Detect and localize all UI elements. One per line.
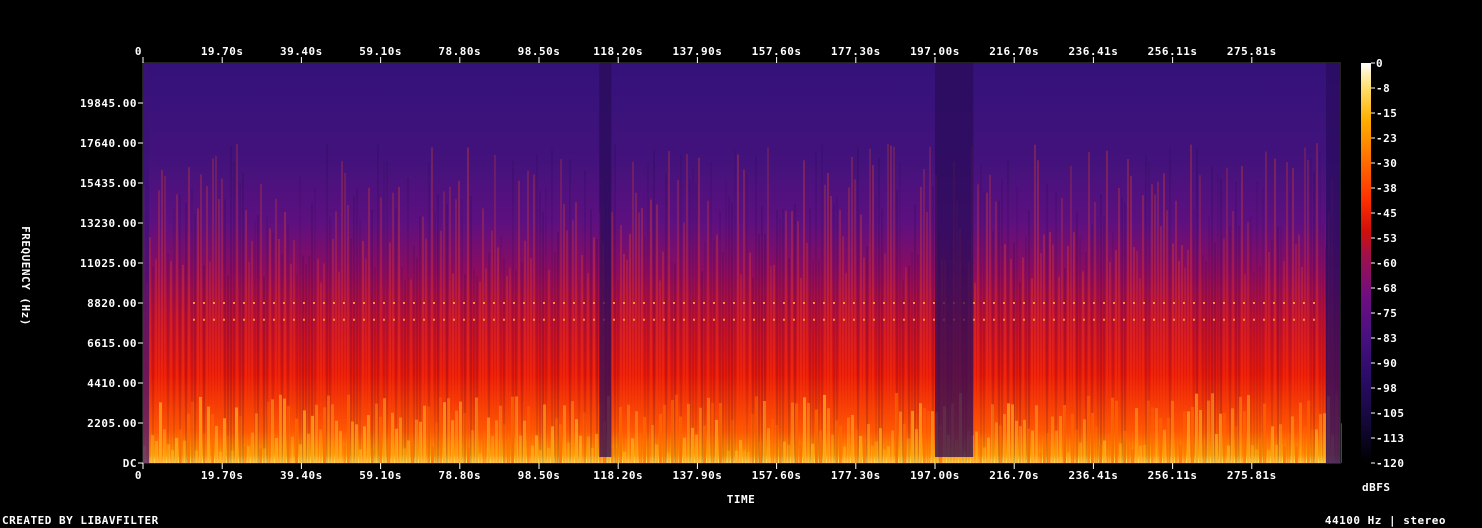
quiet-segment — [599, 63, 612, 457]
x-tick-label-top: 157.60s — [752, 45, 802, 58]
x-tick-label-top: 39.40s — [280, 45, 323, 58]
y-tick-label: 8820.00 — [87, 297, 137, 310]
x-tick-label-bottom: 197.00s — [910, 469, 960, 482]
x-tick-label-top: 216.70s — [989, 45, 1039, 58]
colorbar-tick-label: -120 — [1376, 457, 1405, 470]
x-tick-label-top: 59.10s — [359, 45, 402, 58]
y-tick-label: 2205.00 — [87, 417, 137, 430]
colorbar-tick-label: -68 — [1376, 282, 1397, 295]
colorbar-tick-label: -60 — [1376, 257, 1397, 270]
y-tick-label: 13230.00 — [80, 217, 137, 230]
x-tick-label-top: 256.11s — [1148, 45, 1198, 58]
colorbar-tick-label: -38 — [1376, 182, 1397, 195]
spectrogram-chart: 0 19.70s 39.40s 59.10s 78.80s 98.50s 118.20s 13… — [19, 45, 1405, 506]
x-tick-label-bottom: 59.10s — [359, 469, 402, 482]
colorbar-tick-label: -113 — [1376, 432, 1405, 445]
x-axis-bottom: 0 19.70s 39.40s 59.10s 78.80s 98.50s 118.20s 13… — [135, 463, 1277, 482]
x-tick-label-bottom: 236.41s — [1068, 469, 1118, 482]
y-tick-label: 17640.00 — [80, 137, 137, 150]
x-tick-label-top: 275.81s — [1227, 45, 1277, 58]
y-tick-label: DC — [123, 457, 137, 470]
colorbar-label: dBFS — [1362, 481, 1391, 494]
x-tick-label-top: 118.20s — [593, 45, 643, 58]
x-tick-label-top: 137.90s — [672, 45, 722, 58]
colorbar: 0 -8 -15 -23 -30 -38 -45 -53 -60 -68 -75 -83 -90 -98 -… — [1361, 57, 1405, 494]
y-tick-label: 11025.00 — [80, 257, 137, 270]
y-tick-label: 19845.00 — [80, 97, 137, 110]
x-tick-label-top: 19.70s — [201, 45, 244, 58]
x-tick-label-top: 197.00s — [910, 45, 960, 58]
y-tick-label: 4410.00 — [87, 377, 137, 390]
x-tick-label-bottom: 177.30s — [831, 469, 881, 482]
x-tick-label-top: 98.50s — [518, 45, 561, 58]
colorbar-tick-label: -83 — [1376, 332, 1397, 345]
colorbar-tick-label: -15 — [1376, 107, 1397, 120]
x-tick-label-top: 236.41s — [1068, 45, 1118, 58]
colorbar-tick-label: -23 — [1376, 132, 1397, 145]
x-tick-label-bottom: 0 — [135, 469, 142, 482]
colorbar-ticks: 0 -8 -15 -23 -30 -38 -45 -53 -60 -68 -75 -83 -90 -98 -… — [1371, 57, 1405, 470]
x-tick-label-bottom: 256.11s — [1148, 469, 1198, 482]
x-tick-label-bottom: 118.20s — [593, 469, 643, 482]
y-tick-label: 15435.00 — [80, 177, 137, 190]
x-tick-label-bottom: 275.81s — [1227, 469, 1277, 482]
x-tick-label-bottom: 216.70s — [989, 469, 1039, 482]
x-tick-label-top: 0 — [135, 45, 142, 58]
x-tick-label-bottom: 98.50s — [518, 469, 561, 482]
footer-credit: CREATED BY LIBAVFILTER — [2, 514, 159, 527]
y-tick-label: 6615.00 — [87, 337, 137, 350]
colorbar-tick-label: -90 — [1376, 357, 1397, 370]
x-axis-top: 0 19.70s 39.40s 59.10s 78.80s 98.50s 118.20s 13… — [135, 45, 1277, 63]
colorbar-tick-label: -45 — [1376, 207, 1397, 220]
x-tick-label-bottom: 157.60s — [752, 469, 802, 482]
colorbar-tick-label: -53 — [1376, 232, 1397, 245]
x-tick-label-bottom: 39.40s — [280, 469, 323, 482]
x-tick-label-bottom: 19.70s — [201, 469, 244, 482]
colorbar-tick-label: 0 — [1376, 57, 1383, 70]
colorbar-gradient — [1361, 63, 1371, 463]
x-tick-label-top: 78.80s — [438, 45, 481, 58]
colorbar-tick-label: -8 — [1376, 82, 1390, 95]
x-axis-title: TIME — [727, 493, 756, 506]
footer-format: 44100 Hz | stereo — [1324, 514, 1446, 527]
colorbar-tick-label: -75 — [1376, 307, 1397, 320]
colorbar-tick-label: -105 — [1376, 407, 1405, 420]
y-axis: DC 2205.00 4410.00 6615.00 8820.00 11025.00 13… — [80, 97, 143, 470]
colorbar-tick-label: -98 — [1376, 382, 1397, 395]
colorbar-tick-label: -30 — [1376, 157, 1397, 170]
spectrogram-image — [143, 63, 1342, 464]
quiet-segment — [935, 63, 974, 457]
x-tick-label-bottom: 137.90s — [672, 469, 722, 482]
y-axis-title: FREQUENCY (Hz) — [19, 226, 32, 326]
x-tick-label-top: 177.30s — [831, 45, 881, 58]
x-tick-label-bottom: 78.80s — [438, 469, 481, 482]
